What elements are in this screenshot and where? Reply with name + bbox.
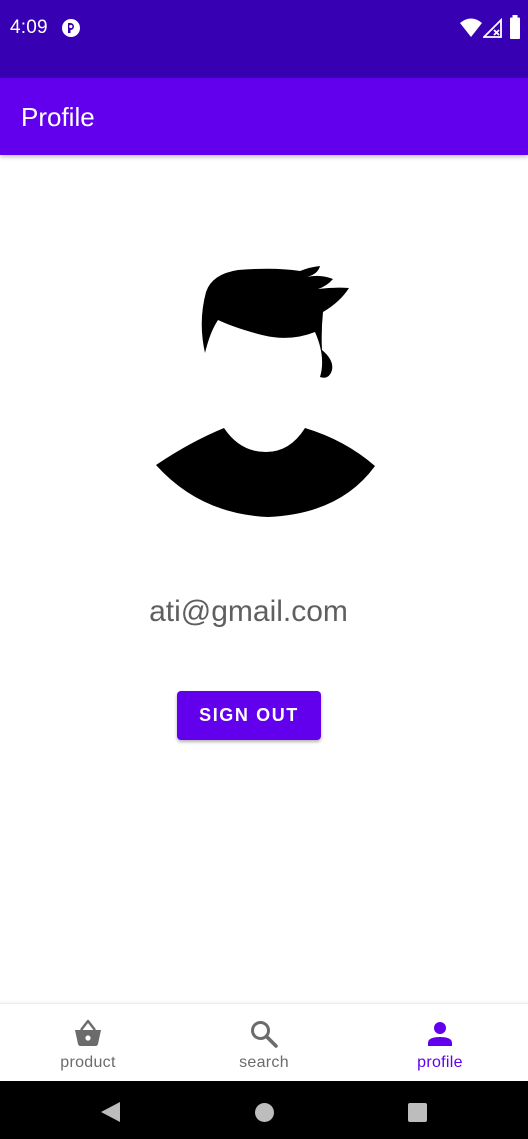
nav-label-product: product: [60, 1054, 116, 1071]
recents-icon[interactable]: [408, 1103, 427, 1122]
battery-icon: [510, 15, 520, 39]
sign-out-button[interactable]: SIGN OUT: [177, 691, 321, 740]
bottom-navigation: product search profile: [0, 1003, 528, 1081]
app-bar: Profile: [0, 78, 528, 155]
screen: 4:09 Profile ati@gmail.com SIGN OUT prod…: [0, 0, 528, 1139]
home-icon[interactable]: [255, 1103, 274, 1122]
wifi-icon: [460, 18, 482, 37]
nav-item-product[interactable]: product: [0, 1004, 176, 1082]
basket-icon: [75, 1019, 101, 1046]
app-notification-icon: [62, 19, 80, 37]
search-icon: [251, 1021, 278, 1048]
system-navigation-bar: [0, 1081, 528, 1139]
user-email: ati@gmail.com: [149, 595, 348, 628]
signal-icon: [483, 17, 502, 38]
user-avatar-icon: [156, 266, 375, 517]
person-icon: [428, 1022, 452, 1046]
nav-label-search: search: [239, 1054, 289, 1071]
nav-item-profile[interactable]: profile: [352, 1004, 528, 1082]
back-icon[interactable]: [98, 1100, 122, 1124]
status-time: 4:09: [10, 17, 48, 38]
status-bar: 4:09: [0, 0, 528, 78]
nav-label-profile: profile: [417, 1054, 463, 1071]
page-title: Profile: [21, 102, 95, 132]
nav-item-search[interactable]: search: [176, 1004, 352, 1082]
